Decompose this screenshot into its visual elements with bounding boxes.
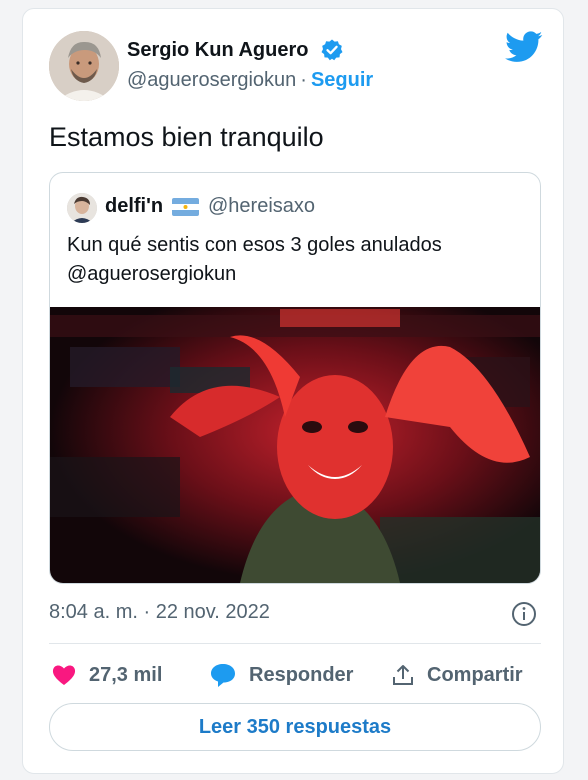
twitter-logo-icon[interactable] [505,31,543,63]
quoted-tweet[interactable]: delfi'n @hereisaxo Kun qué sentis con es… [49,172,541,584]
quoted-author-avatar[interactable] [67,193,97,223]
quoted-text-mention[interactable]: @aguerosergiokun [67,260,527,289]
handle-separator: · [300,69,307,91]
tweet-text: Estamos bien tranquilo [49,122,324,152]
author-handle[interactable]: @aguerosergiokun [127,69,296,91]
author-avatar[interactable] [49,31,119,101]
quoted-text-line: Kun qué sentis con esos 3 goles anulados [67,234,442,256]
author-handle-row: @aguerosergiokun · Seguir [127,69,373,92]
reply-label: Responder [249,663,354,686]
reply-bubble-icon [211,664,235,687]
heart-icon [52,665,76,685]
quoted-media-image[interactable] [50,307,540,583]
share-button[interactable]: Compartir [391,657,523,693]
share-upload-icon [393,665,413,685]
quoted-author-name[interactable]: delfi'n [105,195,163,218]
argentina-flag-icon [172,198,199,216]
verified-badge-icon [321,39,343,61]
tweet-card: Sergio Kun Aguero @aguerosergiokun · Segui… [22,8,564,774]
share-label: Compartir [427,663,523,686]
tweet-timestamp[interactable]: 8:04 a. m. · 22 nov. 2022 [49,601,270,624]
read-replies-button[interactable]: Leer 350 respuestas [49,703,541,751]
author-name[interactable]: Sergio Kun Aguero [127,39,308,62]
quoted-tweet-text: Kun qué sentis con esos 3 goles anulados… [67,231,527,289]
like-count: 27,3 mil [89,663,163,686]
info-icon[interactable] [511,601,537,627]
divider [49,643,541,644]
like-button[interactable]: 27,3 mil [51,657,162,693]
reply-button[interactable]: Responder [209,657,353,693]
follow-button[interactable]: Seguir [311,69,373,91]
quoted-author-handle[interactable]: @hereisaxo [208,195,315,218]
